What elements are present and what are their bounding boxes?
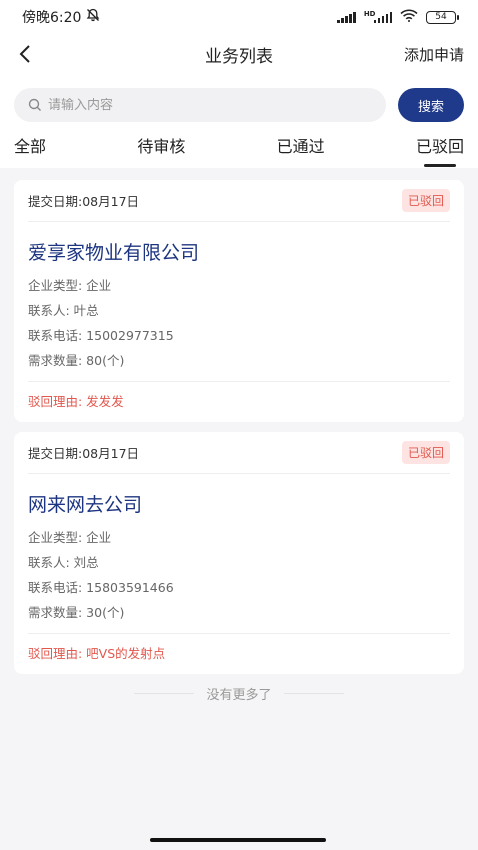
search-row: 搜索 (0, 74, 478, 122)
hd-label: HD (363, 10, 376, 18)
signal-icon (337, 11, 356, 23)
submit-date: 提交日期:08月17日 (28, 446, 140, 461)
tab-rejected[interactable]: 已驳回 (416, 133, 464, 167)
home-indicator[interactable] (150, 838, 326, 842)
application-card[interactable]: 提交日期:08月17日 已驳回 网来网去公司 企业类型: 企业 联系人: 刘总 … (14, 432, 464, 674)
no-more-indicator: 没有更多了 (14, 684, 464, 703)
no-more-text: 没有更多了 (206, 688, 272, 703)
status-badge: 已驳回 (401, 441, 450, 464)
card-header: 提交日期:08月17日 已驳回 (28, 180, 450, 222)
demand-quantity: 需求数量: 80(个) (28, 353, 125, 368)
status-tabs: 全部 待审核 已通过 已驳回 (0, 126, 478, 168)
card-divider (28, 633, 450, 634)
bell-muted-icon (86, 8, 100, 26)
divider-line (283, 693, 344, 694)
status-right: HD 54 (337, 9, 459, 26)
search-button[interactable]: 搜索 (398, 88, 464, 122)
status-bar: 傍晚6:20 HD 54 (0, 0, 478, 34)
hd-signal-icon: HD (363, 10, 392, 23)
application-list: 提交日期:08月17日 已驳回 爱享家物业有限公司 企业类型: 企业 联系人: … (0, 168, 478, 703)
divider-line (134, 693, 195, 694)
nav-bar: 业务列表 添加申请 (0, 34, 478, 74)
header-area: 傍晚6:20 HD 54 业务列表 添加申请 请输入内容 搜索 全部 待审核 已… (0, 0, 478, 168)
tab-approved[interactable]: 已通过 (277, 133, 325, 161)
contact-person: 联系人: 叶总 (28, 303, 99, 318)
reject-reason: 驳回理由: 吧VS的发射点 (28, 646, 166, 661)
application-card[interactable]: 提交日期:08月17日 已驳回 爱享家物业有限公司 企业类型: 企业 联系人: … (14, 180, 464, 422)
battery-icon: 54 (426, 10, 459, 24)
company-type: 企业类型: 企业 (28, 278, 112, 293)
contact-phone: 联系电话: 15002977315 (28, 328, 174, 343)
company-type: 企业类型: 企业 (28, 530, 112, 545)
contact-phone: 联系电话: 15803591466 (28, 580, 174, 595)
status-badge: 已驳回 (401, 189, 450, 212)
search-box[interactable] (14, 88, 386, 122)
back-button[interactable] (18, 42, 42, 66)
company-name: 爱享家物业有限公司 (28, 242, 200, 264)
tab-all[interactable]: 全部 (14, 133, 46, 161)
contact-person: 联系人: 刘总 (28, 555, 99, 570)
company-name: 网来网去公司 (28, 494, 143, 516)
status-left: 傍晚6:20 (22, 7, 100, 27)
chevron-left-icon (19, 45, 30, 63)
status-time: 傍晚6:20 (22, 10, 82, 26)
card-header: 提交日期:08月17日 已驳回 (28, 432, 450, 474)
card-divider (28, 381, 450, 382)
wifi-icon (400, 9, 418, 26)
demand-quantity: 需求数量: 30(个) (28, 605, 125, 620)
reject-reason: 驳回理由: 发发发 (28, 394, 124, 409)
add-application-button[interactable]: 添加申请 (404, 44, 464, 65)
tab-pending[interactable]: 待审核 (137, 133, 185, 161)
search-input[interactable] (48, 97, 372, 113)
search-icon (28, 98, 41, 111)
submit-date: 提交日期:08月17日 (28, 194, 140, 209)
